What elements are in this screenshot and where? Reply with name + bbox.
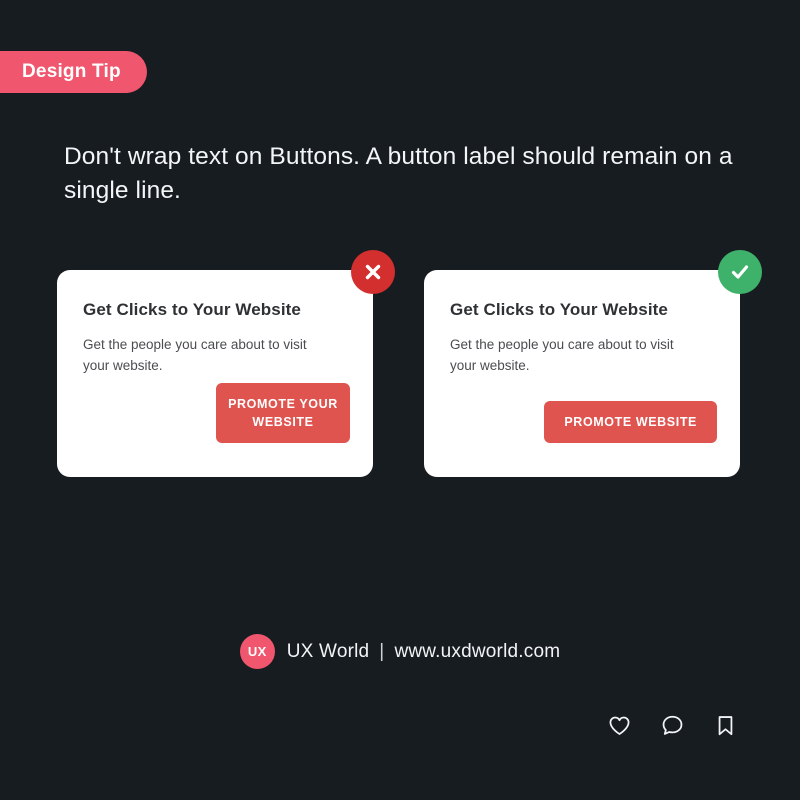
brand-website: www.uxdworld.com <box>394 640 561 662</box>
status-badge-correct <box>718 250 762 294</box>
card-panel: Get Clicks to Your Website Get the peopl… <box>424 270 740 477</box>
card-cta-row: PROMOTE YOUR WEBSITE <box>216 383 350 443</box>
post-canvas: Design Tip Don't wrap text on Buttons. A… <box>0 0 800 800</box>
promote-website-button[interactable]: PROMOTE WEBSITE <box>544 401 717 443</box>
example-card-bad: Get Clicks to Your Website Get the peopl… <box>57 250 395 500</box>
card-title: Get Clicks to Your Website <box>450 300 668 319</box>
card-body-text: Get the people you care about to visit y… <box>83 337 307 373</box>
status-badge-incorrect <box>351 250 395 294</box>
like-button[interactable] <box>606 712 632 738</box>
design-tip-badge: Design Tip <box>0 51 147 93</box>
examples-row: Get Clicks to Your Website Get the peopl… <box>0 250 800 500</box>
close-icon <box>365 264 381 280</box>
check-icon <box>731 265 749 279</box>
brand-separator: | <box>379 640 385 662</box>
footer-brand: UX UX World | www.uxdworld.com <box>0 634 800 669</box>
brand-text: UX World | www.uxdworld.com <box>287 641 561 663</box>
headline-text: Don't wrap text on Buttons. A button lab… <box>64 143 733 204</box>
comment-icon <box>662 715 682 735</box>
promote-website-button-wrapped[interactable]: PROMOTE YOUR WEBSITE <box>216 383 350 443</box>
save-button[interactable] <box>712 712 738 738</box>
example-card-good: Get Clicks to Your Website Get the peopl… <box>424 250 762 500</box>
brand-name: UX World <box>286 640 370 662</box>
brand-logo: UX <box>239 634 275 669</box>
comment-button[interactable] <box>659 712 685 738</box>
design-tip-badge-label: Design Tip <box>22 61 121 82</box>
card-title: Get Clicks to Your Website <box>83 300 301 319</box>
social-actions <box>606 712 738 738</box>
heart-icon <box>609 716 629 735</box>
card-cta-row: PROMOTE WEBSITE <box>544 401 717 443</box>
card-body-text: Get the people you care about to visit y… <box>450 337 674 373</box>
card-panel: Get Clicks to Your Website Get the peopl… <box>57 270 373 477</box>
bookmark-icon <box>718 715 732 735</box>
